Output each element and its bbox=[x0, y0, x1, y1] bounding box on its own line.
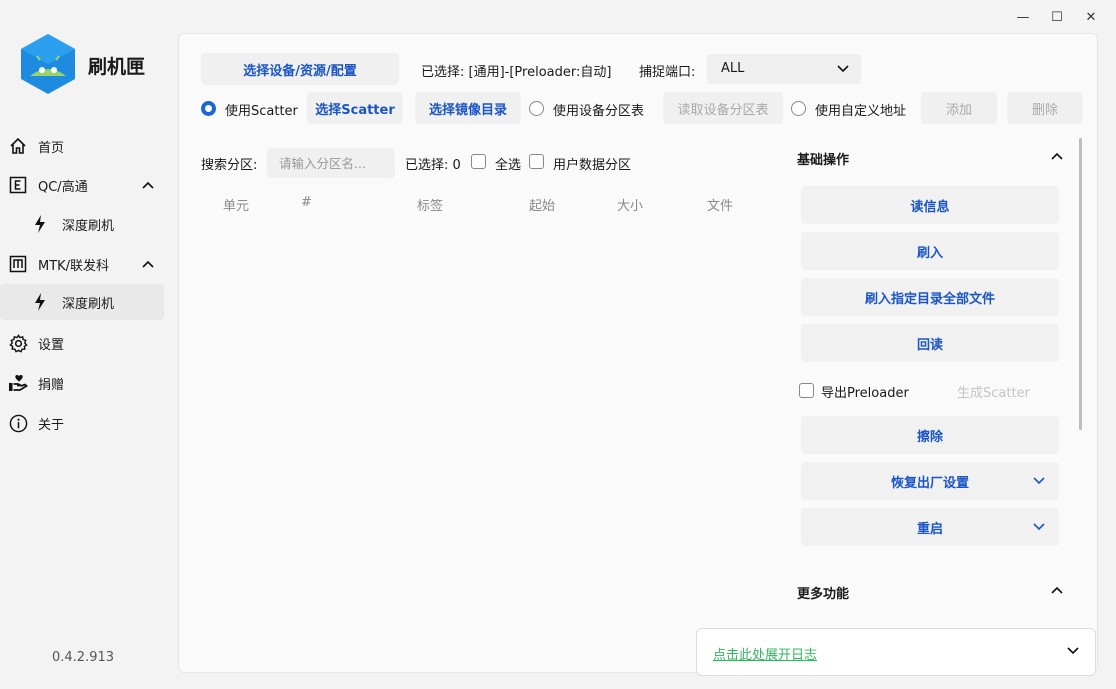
letter-m-icon bbox=[8, 254, 28, 274]
sidebar-item-label: 深度刷机 bbox=[62, 296, 115, 312]
port-select[interactable]: ALL bbox=[707, 54, 861, 84]
column-header[interactable]: 起始 bbox=[529, 195, 555, 214]
use-device-partition-radio[interactable] bbox=[529, 101, 544, 116]
lightning-icon bbox=[30, 214, 50, 234]
chevron-up-icon[interactable] bbox=[1051, 148, 1063, 164]
app-logo-icon bbox=[21, 34, 75, 94]
reboot-label: 重启 bbox=[916, 521, 943, 537]
search-partition-input[interactable] bbox=[267, 148, 395, 178]
donate-hand-icon bbox=[8, 373, 28, 393]
selected-count-label: 已选择: 0 bbox=[405, 158, 461, 173]
chevron-up-icon[interactable] bbox=[1051, 582, 1063, 598]
read-info-button[interactable]: 读信息 bbox=[801, 186, 1059, 224]
select-scatter-button[interactable]: 选择Scatter bbox=[307, 92, 403, 124]
maximize-icon[interactable]: ☐ bbox=[1040, 6, 1074, 28]
use-device-partition-label: 使用设备分区表 bbox=[553, 104, 645, 119]
port-select-value: ALL bbox=[721, 61, 745, 76]
use-scatter-radio[interactable] bbox=[201, 101, 216, 116]
sidebar-item-label: 设置 bbox=[38, 337, 65, 353]
select-all-checkbox[interactable] bbox=[471, 154, 486, 169]
sidebar-item-qc-deep-flash[interactable]: 深度刷机 bbox=[0, 206, 164, 242]
sidebar-item-mtk-deep-flash[interactable]: 深度刷机 bbox=[0, 284, 164, 320]
expand-log-link[interactable]: 点击此处展开日志 bbox=[713, 644, 817, 663]
search-partition-label: 搜索分区: bbox=[201, 158, 258, 173]
app-version: 0.4.2.913 bbox=[52, 650, 115, 665]
generate-scatter-label: 生成Scatter bbox=[957, 386, 1030, 401]
reboot-button[interactable]: 重启 bbox=[801, 508, 1059, 546]
app-name: 刷机匣 bbox=[88, 56, 146, 78]
chevron-down-icon bbox=[837, 60, 849, 77]
close-icon[interactable]: ✕ bbox=[1074, 6, 1108, 28]
sidebar-item-donate[interactable]: 捐赠 bbox=[0, 365, 164, 401]
use-custom-address-radio[interactable] bbox=[791, 101, 806, 116]
erase-button[interactable]: 擦除 bbox=[801, 416, 1059, 454]
chevron-down-icon bbox=[1033, 474, 1045, 489]
factory-reset-label: 恢复出厂设置 bbox=[890, 475, 969, 491]
letter-e-icon bbox=[8, 175, 28, 195]
info-icon bbox=[8, 413, 28, 433]
sidebar-item-mtk[interactable]: MTK/联发科 bbox=[0, 246, 164, 282]
sidebar-item-settings[interactable]: 设置 bbox=[0, 325, 164, 361]
column-header[interactable]: 标签 bbox=[417, 195, 443, 214]
export-preloader-checkbox[interactable] bbox=[799, 383, 814, 398]
select-image-dir-button[interactable]: 选择镜像目录 bbox=[415, 92, 521, 124]
flash-directory-button[interactable]: 刷入指定目录全部文件 bbox=[801, 278, 1059, 316]
sidebar-item-about[interactable]: 关于 bbox=[0, 405, 164, 441]
basic-ops-title: 基础操作 bbox=[797, 153, 850, 168]
delete-button[interactable]: 删除 bbox=[1007, 92, 1083, 124]
use-scatter-label: 使用Scatter bbox=[225, 104, 298, 119]
read-partition-button[interactable]: 读取设备分区表 bbox=[663, 92, 783, 124]
column-header[interactable]: # bbox=[301, 195, 312, 210]
add-button[interactable]: 添加 bbox=[921, 92, 997, 124]
minimize-icon[interactable]: — bbox=[1006, 6, 1040, 28]
sidebar-item-label: QC/高通 bbox=[38, 179, 88, 195]
flash-button[interactable]: 刷入 bbox=[801, 232, 1059, 270]
use-custom-address-label: 使用自定义地址 bbox=[815, 104, 907, 119]
sidebar-item-label: 捐赠 bbox=[38, 377, 65, 393]
more-features-title: 更多功能 bbox=[797, 587, 850, 602]
sidebar-item-label: 首页 bbox=[38, 140, 65, 156]
factory-reset-button[interactable]: 恢复出厂设置 bbox=[801, 462, 1059, 500]
chevron-down-icon[interactable] bbox=[1067, 643, 1079, 659]
column-header[interactable]: 文件 bbox=[707, 195, 733, 214]
home-icon bbox=[8, 136, 28, 156]
select-device-button[interactable]: 选择设备/资源/配置 bbox=[201, 53, 399, 85]
port-label: 捕捉端口: bbox=[639, 65, 696, 80]
column-header[interactable]: 单元 bbox=[223, 195, 249, 214]
user-data-partition-checkbox[interactable] bbox=[529, 154, 544, 169]
sidebar-item-qualcomm[interactable]: QC/高通 bbox=[0, 167, 164, 203]
export-preloader-label: 导出Preloader bbox=[821, 386, 909, 401]
chevron-up-icon[interactable] bbox=[142, 257, 154, 271]
readback-button[interactable]: 回读 bbox=[801, 324, 1059, 362]
chevron-up-icon[interactable] bbox=[142, 178, 154, 192]
lightning-icon bbox=[30, 292, 50, 312]
column-header[interactable]: 大小 bbox=[617, 195, 643, 214]
main-panel: 选择设备/资源/配置 已选择: [通用]-[Preloader:自动] 捕捉端口… bbox=[178, 33, 1098, 673]
chevron-down-icon bbox=[1033, 520, 1045, 535]
user-data-partition-label: 用户数据分区 bbox=[553, 158, 632, 173]
sidebar-item-home[interactable]: 首页 bbox=[0, 128, 164, 164]
selected-config-label: 已选择: [通用]-[Preloader:自动] bbox=[421, 65, 612, 80]
window-controls: — ☐ ✕ bbox=[1006, 6, 1108, 28]
sidebar-item-label: 深度刷机 bbox=[62, 218, 115, 234]
sidebar: 刷机匣 首页 QC/高通 深度刷机 MTK/联发科 深度刷机 设置 捐赠 关于 … bbox=[0, 0, 172, 689]
partition-table-header: 单元 # 标签 起始 大小 文件 bbox=[201, 186, 771, 220]
gear-icon bbox=[8, 333, 28, 353]
sidebar-item-label: 关于 bbox=[38, 417, 65, 433]
log-bar[interactable]: 点击此处展开日志 bbox=[696, 628, 1096, 676]
sidebar-item-label: MTK/联发科 bbox=[38, 258, 110, 274]
select-all-label: 全选 bbox=[495, 158, 522, 173]
ops-scrollbar[interactable] bbox=[1079, 138, 1082, 430]
